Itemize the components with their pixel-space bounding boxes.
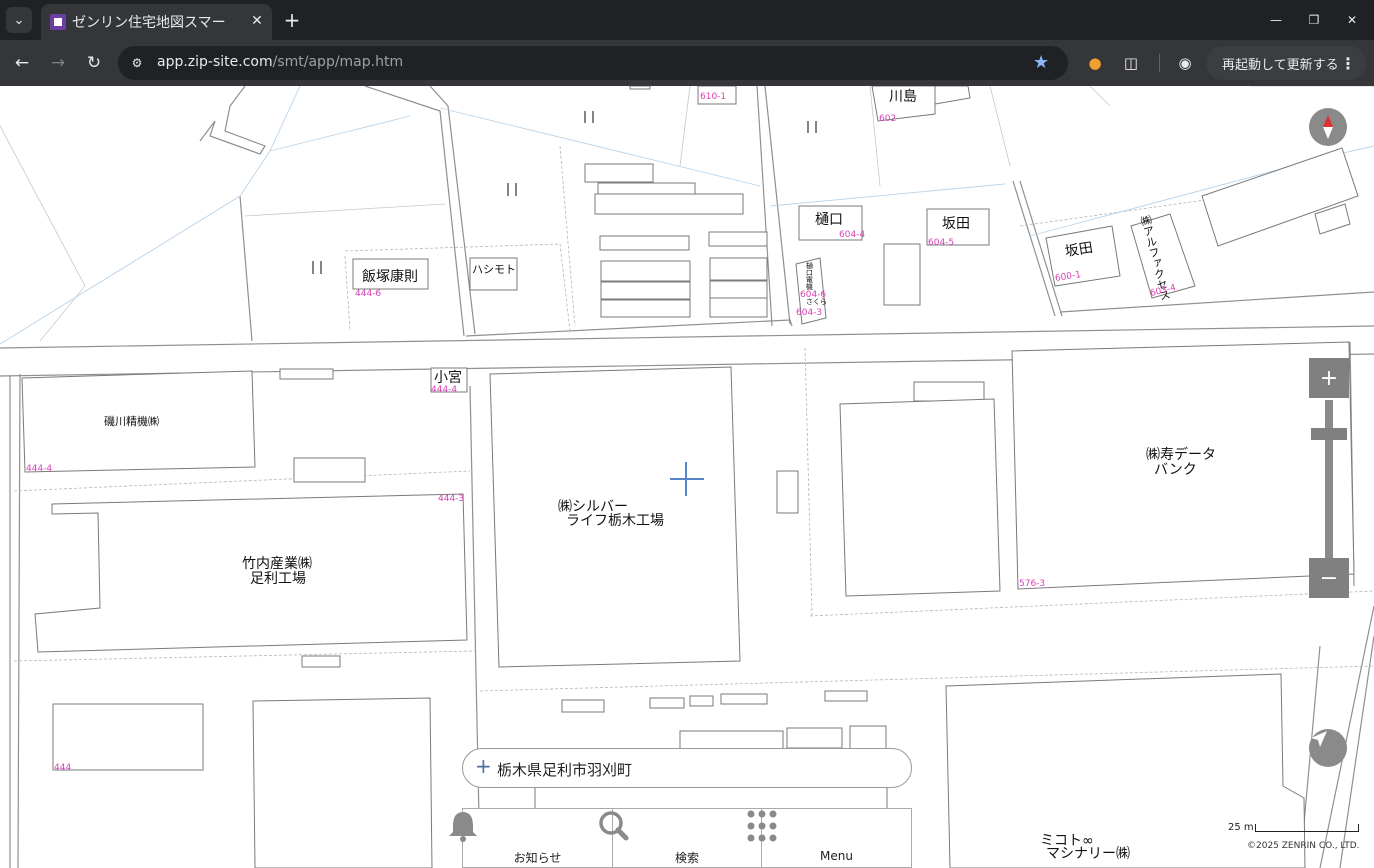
address-search-pill[interactable]: + 栃木県足利市羽刈町 — [462, 748, 912, 788]
navigation-icon — [1311, 731, 1327, 747]
label-komiya: 小宮 — [434, 370, 462, 386]
scale-bar — [1255, 824, 1359, 832]
zoom-slider-track[interactable] — [1325, 400, 1333, 558]
reload-icon: ↻ — [86, 53, 102, 73]
zenrin-map[interactable]: 川島 樋口 坂田 坂田 ㈱アルファクセス 飯塚康則 ハシモト 小宮 磯川精機㈱ … — [0, 86, 1374, 868]
forward-button[interactable]: → — [44, 50, 72, 76]
browser-tab-strip: ⌄ ゼンリン住宅地図スマー ✕ + — ❐ ✕ — [0, 0, 1374, 40]
lot-576-3: 576-3 — [1019, 579, 1046, 589]
tab-active[interactable]: ゼンリン住宅地図スマー ✕ — [41, 4, 272, 40]
lot-444-4-a: 444-4 — [431, 385, 458, 395]
tab-title: ゼンリン住宅地図スマー — [72, 15, 226, 31]
site-info-icon[interactable]: ⚙ — [128, 54, 146, 72]
restore-icon: ❐ — [1308, 13, 1320, 27]
notice-button[interactable]: お知らせ — [449, 809, 612, 868]
label-kawashima: 川島 — [889, 89, 917, 105]
url-host: app.zip-site.com — [157, 54, 273, 70]
label-higuchi: 樋口 — [815, 212, 843, 228]
minimize-button[interactable]: — — [1264, 8, 1288, 32]
arrow-left-icon: ← — [14, 53, 30, 73]
label-takeuchi-1: 竹内産業㈱ — [242, 556, 312, 572]
lot-444-4-b: 444-4 — [26, 464, 53, 474]
update-label: 再起動して更新する — [1222, 57, 1339, 73]
lot-602: 602 — [879, 114, 897, 124]
current-location-button[interactable] — [1309, 729, 1347, 767]
search-label: 検索 — [674, 851, 699, 865]
notice-label: お知らせ — [513, 851, 562, 865]
label-hashimoto: ハシモト — [472, 263, 516, 276]
close-icon: ✕ — [1346, 13, 1358, 27]
label-sakura: さくら — [806, 298, 827, 306]
label-kotobuki-1: ㈱寿データ — [1146, 447, 1216, 463]
toolbar-divider — [1159, 54, 1160, 72]
lot-604-5: 604-5 — [928, 238, 955, 248]
label-mikoto-2: マシナリー㈱ — [1046, 846, 1130, 862]
minimize-icon: — — [1270, 13, 1282, 27]
url-text: app.zip-site.com/smt/app/map.htm — [157, 54, 403, 70]
label-silver-2: ライフ栃木工場 — [566, 513, 664, 529]
reload-button[interactable]: ↻ — [80, 50, 108, 76]
copyright: ©2025 ZENRIN CO., LTD. — [1247, 841, 1360, 851]
lot-444-6: 444-6 — [355, 289, 382, 299]
zoom-slider-thumb[interactable] — [1311, 428, 1347, 440]
zoom-out-button[interactable]: − — [1309, 558, 1349, 598]
compass-button[interactable] — [1309, 108, 1347, 146]
close-icon: ✕ — [251, 13, 263, 29]
chevron-down-icon: ⌄ — [13, 12, 25, 28]
scale-label: 25 m — [1228, 822, 1254, 833]
puzzle-icon[interactable]: ◫ — [1120, 52, 1142, 74]
back-button[interactable]: ← — [8, 50, 36, 76]
close-tab-button[interactable]: ✕ — [247, 11, 267, 31]
bell-icon — [449, 812, 477, 842]
minus-icon: − — [1319, 565, 1339, 591]
current-address: 栃木県足利市羽刈町 — [497, 761, 633, 779]
label-kotobuki-2: バンク — [1154, 462, 1197, 478]
lot-604-6: 604-6 — [800, 290, 827, 300]
compass-icon — [1309, 108, 1347, 146]
restore-button[interactable]: ❐ — [1302, 8, 1326, 32]
address-bar[interactable]: ⚙ app.zip-site.com/smt/app/map.htm ★ — [118, 46, 1068, 80]
more-vertical-icon: ⋮ — [1340, 54, 1356, 73]
update-button[interactable]: 再起動して更新する ⋮ — [1206, 46, 1366, 80]
tab-search-button[interactable]: ⌄ — [6, 7, 32, 33]
search-button[interactable]: 検索 — [599, 809, 761, 868]
plus-icon: + — [475, 754, 492, 778]
lot-444-3: 444-3 — [438, 494, 465, 504]
label-sakata-1: 坂田 — [942, 216, 970, 232]
lot-604-3: 604-3 — [796, 308, 823, 318]
arrow-right-icon: → — [50, 53, 66, 73]
label-isokawa: 磯川精機㈱ — [104, 415, 159, 428]
label-takeuchi-2: 足利工場 — [250, 571, 306, 587]
lot-444: 444 — [54, 763, 72, 773]
bottom-navigation: お知らせ 検索 Menu — [449, 808, 912, 868]
lot-604-4: 604-4 — [839, 230, 866, 240]
zoom-in-button[interactable]: + — [1309, 358, 1349, 398]
spy-icon[interactable]: ● — [1084, 52, 1106, 74]
profile-icon[interactable]: ◉ — [1174, 52, 1196, 74]
url-path: /smt/app/map.htm — [272, 54, 404, 70]
new-tab-button[interactable]: + — [280, 8, 304, 32]
menu-label: Menu — [820, 849, 853, 863]
zenrin-favicon-icon — [50, 14, 66, 30]
browser-toolbar: ← → ↻ ⚙ app.zip-site.com/smt/app/map.htm… — [0, 40, 1374, 86]
plus-icon: + — [283, 8, 301, 32]
plus-icon: + — [1319, 365, 1339, 391]
star-icon[interactable]: ★ — [1033, 52, 1049, 73]
lot-610-1: 610-1 — [700, 92, 727, 102]
search-icon — [599, 811, 629, 841]
menu-button[interactable]: Menu — [747, 809, 911, 868]
close-window-button[interactable]: ✕ — [1340, 8, 1364, 32]
label-iizuka: 飯塚康則 — [362, 269, 418, 285]
grid-icon — [747, 810, 777, 842]
